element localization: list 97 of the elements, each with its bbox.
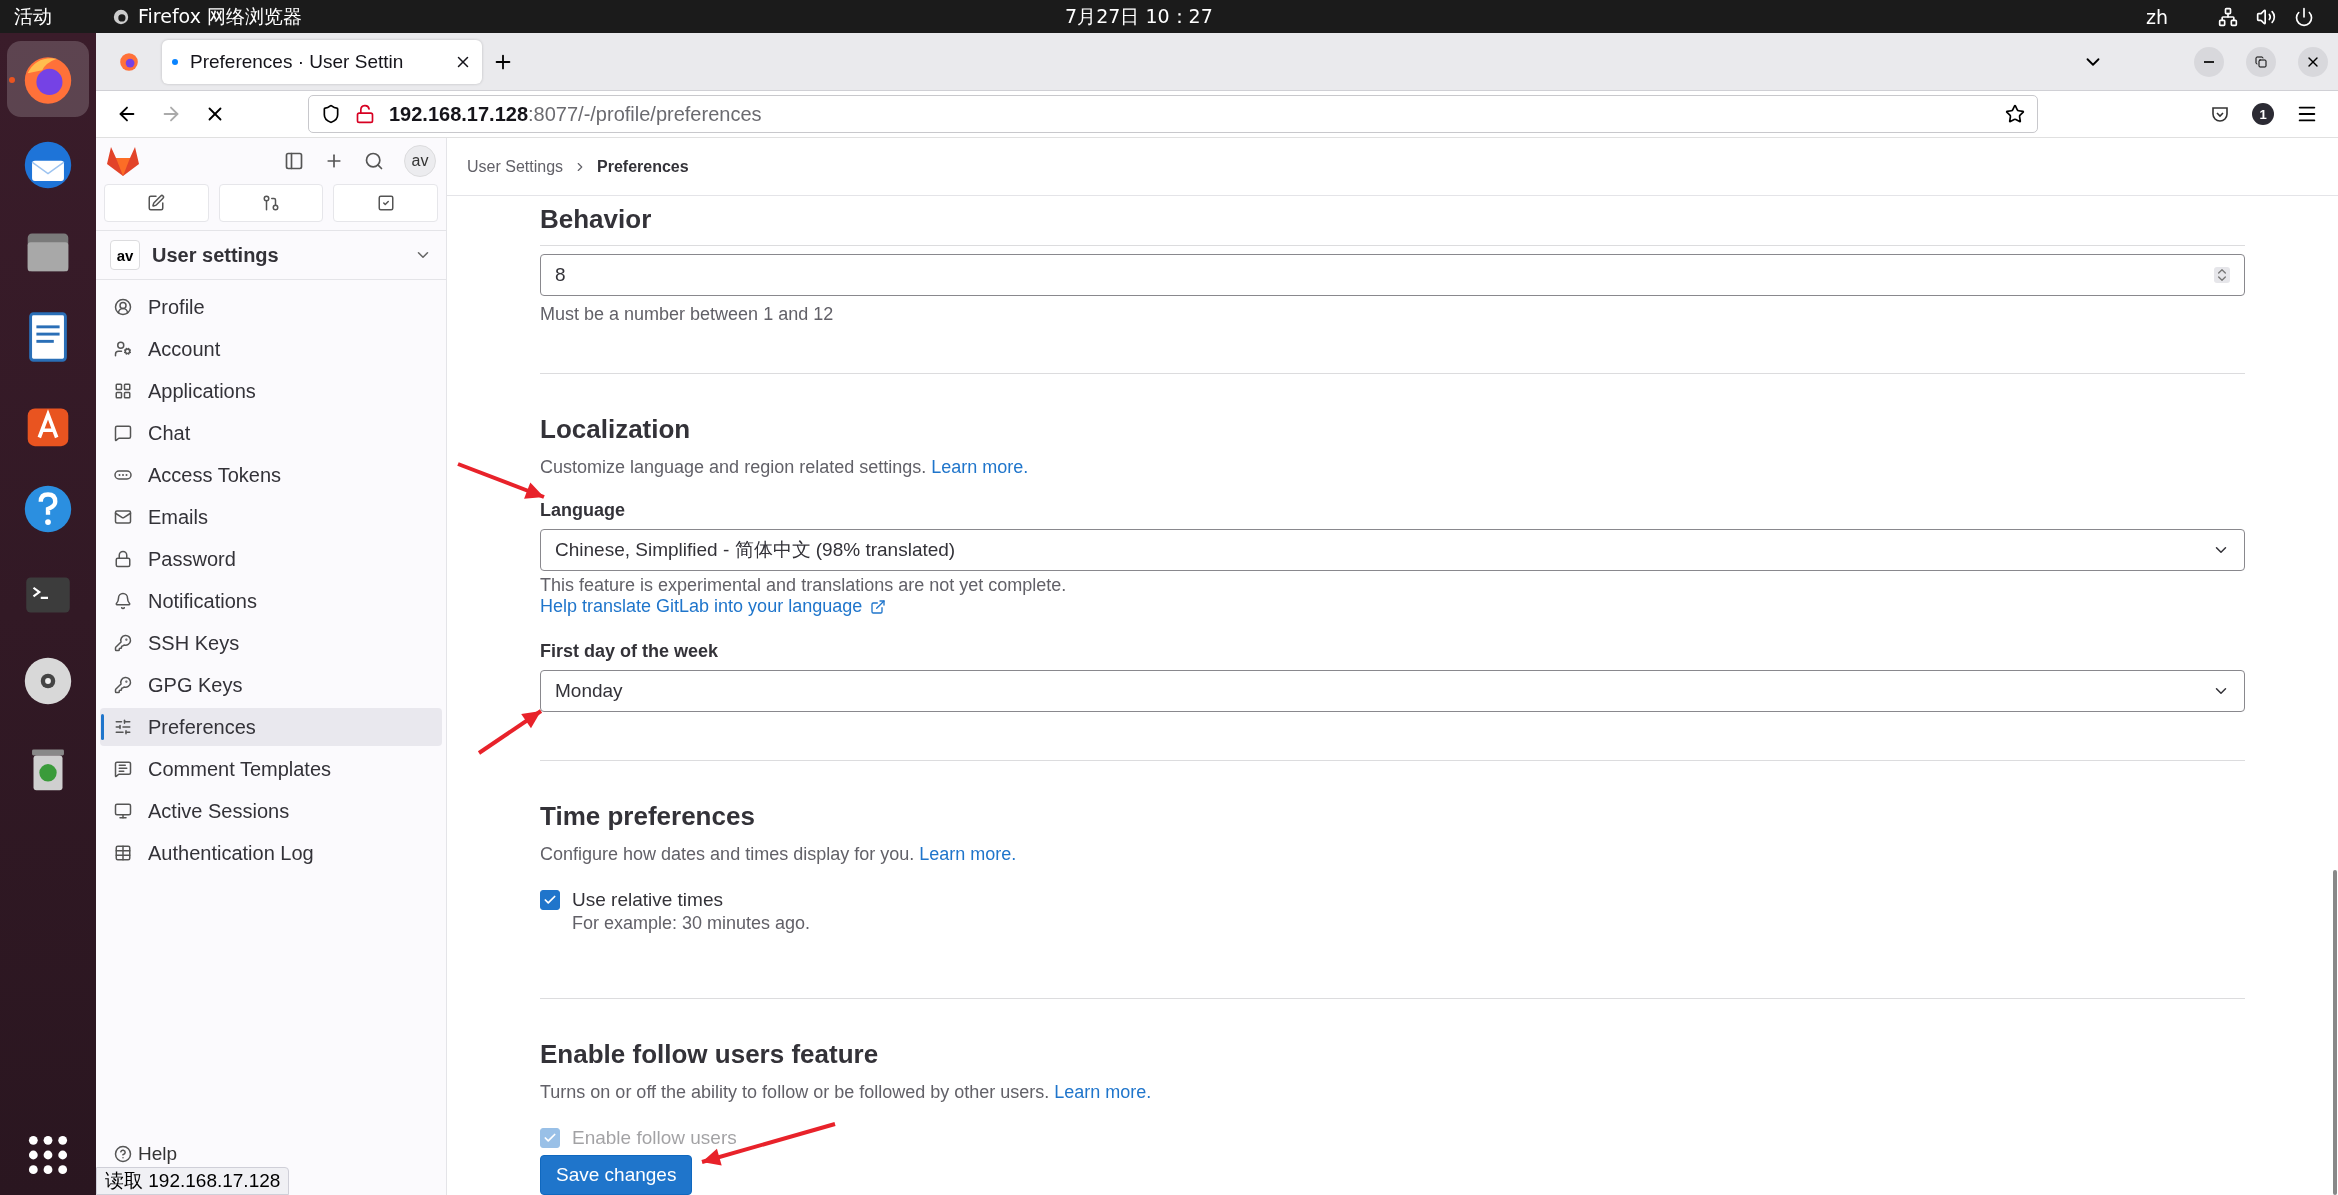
sidebar-item[interactable]: Account bbox=[100, 330, 442, 368]
breadcrumb-current: Preferences bbox=[597, 157, 689, 176]
firefox-icon bbox=[112, 7, 130, 26]
sliders-icon bbox=[114, 718, 132, 736]
minimize-icon bbox=[2204, 60, 2214, 63]
context-switcher[interactable]: av User settings bbox=[96, 231, 446, 280]
shield-icon bbox=[321, 104, 341, 124]
section-title: Localization bbox=[540, 414, 692, 445]
status-tooltip: 读取 192.168.17.128 bbox=[96, 1167, 290, 1195]
check-icon bbox=[543, 1131, 557, 1145]
sidebar-item[interactable]: Comment Templates bbox=[100, 750, 442, 788]
hint-text: Must be a number between 1 and 12 bbox=[540, 304, 835, 325]
bell-icon bbox=[114, 592, 132, 610]
breadcrumb-link[interactable]: User Settings bbox=[467, 157, 564, 176]
envelope-icon bbox=[114, 508, 132, 526]
sidebar-item[interactable]: SSH Keys bbox=[100, 624, 442, 662]
input-language[interactable]: zh bbox=[2145, 5, 2168, 28]
hint-text: For example: 30 minutes ago. bbox=[572, 913, 812, 934]
sidebar-toggle-icon[interactable] bbox=[284, 151, 304, 171]
external-link-icon bbox=[870, 598, 887, 615]
table-icon bbox=[114, 844, 132, 862]
app-grid-icon[interactable] bbox=[26, 1133, 70, 1177]
lock-icon bbox=[114, 550, 132, 568]
learn-more-link[interactable]: Learn more. bbox=[1054, 1082, 1152, 1102]
merge-request-icon bbox=[262, 194, 280, 212]
sidebar-item[interactable]: Active Sessions bbox=[100, 792, 442, 830]
section-description: Configure how dates and times display for you. Learn more. bbox=[540, 844, 1018, 865]
user-avatar[interactable]: av bbox=[404, 145, 436, 177]
sidebar-item[interactable]: Applications bbox=[100, 372, 442, 410]
learn-more-link[interactable]: Learn more. bbox=[931, 457, 1029, 477]
browser-tab[interactable]: Preferences · User Settin bbox=[162, 39, 482, 84]
checkbox-label: Use relative times bbox=[572, 889, 723, 911]
section-title: Enable follow users feature bbox=[540, 1039, 880, 1070]
notification-badge[interactable]: 1 bbox=[2252, 103, 2274, 125]
sidebar-item[interactable]: Notifications bbox=[100, 582, 442, 620]
clock[interactable]: 7月27日 10：27 bbox=[1065, 3, 1383, 30]
spinner-icon[interactable] bbox=[2214, 267, 2230, 283]
key-icon bbox=[114, 634, 132, 652]
help-icon bbox=[114, 1145, 132, 1163]
checkbox[interactable] bbox=[540, 890, 560, 910]
user-gear-icon bbox=[114, 340, 132, 358]
volume-icon[interactable] bbox=[2256, 6, 2276, 27]
scrollbar-thumb[interactable] bbox=[2333, 870, 2337, 1195]
field-label: Language bbox=[540, 500, 626, 521]
network-icon[interactable] bbox=[2218, 6, 2238, 27]
lock-icon bbox=[355, 104, 375, 124]
edit-icon bbox=[147, 194, 166, 212]
section-title: Behavior bbox=[540, 204, 2245, 246]
annotation-arrow bbox=[477, 709, 543, 755]
section-description: Turns on or off the ability to follow or be followed by other users. Learn more. bbox=[540, 1082, 1153, 1103]
checkbox-label: Enable follow users bbox=[572, 1127, 737, 1149]
app-name[interactable]: Firefox 网络浏览器 bbox=[138, 3, 302, 30]
close-button[interactable] bbox=[2298, 46, 2328, 77]
translate-link[interactable]: Help translate GitLab into your language bbox=[540, 596, 2245, 617]
sidebar-item[interactable]: Chat bbox=[100, 414, 442, 452]
field-label: First day of the week bbox=[540, 641, 720, 662]
save-button[interactable]: Save changes bbox=[540, 1155, 693, 1195]
firefox-icon[interactable] bbox=[118, 50, 140, 73]
checkbox-icon bbox=[376, 194, 395, 212]
section-title: Time preferences bbox=[540, 801, 756, 832]
restore-button[interactable] bbox=[2246, 46, 2276, 77]
sidebar-item[interactable]: Authentication Log bbox=[100, 834, 442, 872]
power-icon[interactable] bbox=[2294, 6, 2314, 27]
key-icon bbox=[114, 676, 132, 694]
language-select[interactable]: Chinese, Simplified - 简体中文 (98% translated) bbox=[540, 529, 2245, 571]
activities-button[interactable]: 活动 bbox=[14, 3, 52, 30]
minimize-button[interactable] bbox=[2194, 46, 2224, 77]
issues-button[interactable] bbox=[104, 184, 209, 222]
context-title: User settings bbox=[152, 243, 280, 267]
context-avatar: av bbox=[110, 240, 140, 270]
pocket-icon[interactable] bbox=[2210, 104, 2230, 124]
sidebar-item[interactable]: Password bbox=[100, 540, 442, 578]
sidebar-item[interactable]: Profile bbox=[100, 288, 442, 326]
address-bar[interactable]: 192.168.17.128:8077/-/profile/preferences bbox=[308, 95, 2038, 133]
user-circle-icon bbox=[114, 298, 132, 316]
token-icon bbox=[114, 470, 132, 480]
search-icon[interactable] bbox=[364, 151, 384, 171]
sidebar-item[interactable]: GPG Keys bbox=[100, 666, 442, 704]
dock-item[interactable] bbox=[7, 41, 89, 117]
number-field[interactable]: 8 bbox=[540, 254, 2245, 296]
week-select[interactable]: Monday bbox=[540, 670, 2245, 712]
sidebar-item[interactable]: Access Tokens bbox=[100, 456, 442, 494]
grid-icon bbox=[114, 382, 132, 400]
learn-more-link[interactable]: Learn more. bbox=[919, 844, 1017, 864]
sidebar-item[interactable]: Preferences bbox=[100, 708, 442, 746]
fox-logo[interactable] bbox=[106, 145, 140, 177]
sidebar-item[interactable]: Emails bbox=[100, 498, 442, 536]
speech-bubble-icon bbox=[114, 424, 132, 442]
bookmark-star-icon[interactable] bbox=[2005, 104, 2025, 124]
hint-text: This feature is experimental and translations are not yet complete. bbox=[540, 575, 1068, 596]
loading-dot-icon bbox=[172, 58, 178, 65]
restore-icon bbox=[2255, 55, 2267, 68]
check-icon bbox=[543, 893, 557, 907]
section-description: Customize language and region related settings. Learn more. bbox=[540, 457, 1030, 478]
comment-icon bbox=[114, 760, 132, 778]
monitor-icon bbox=[114, 802, 132, 820]
help-link[interactable]: Help bbox=[96, 1143, 446, 1165]
